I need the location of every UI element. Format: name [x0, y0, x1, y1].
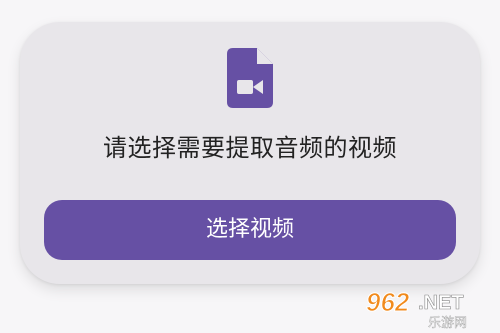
svg-text:乐游网: 乐游网	[428, 316, 467, 329]
prompt-text: 请选择需要提取音频的视频	[103, 134, 397, 162]
select-video-button[interactable]: 选择视频	[44, 200, 456, 260]
svg-text:962: 962	[366, 287, 410, 317]
svg-text:.NET: .NET	[418, 292, 464, 314]
site-watermark-logo: 962 .NET 乐游网	[366, 287, 468, 330]
video-file-icon	[227, 48, 273, 108]
